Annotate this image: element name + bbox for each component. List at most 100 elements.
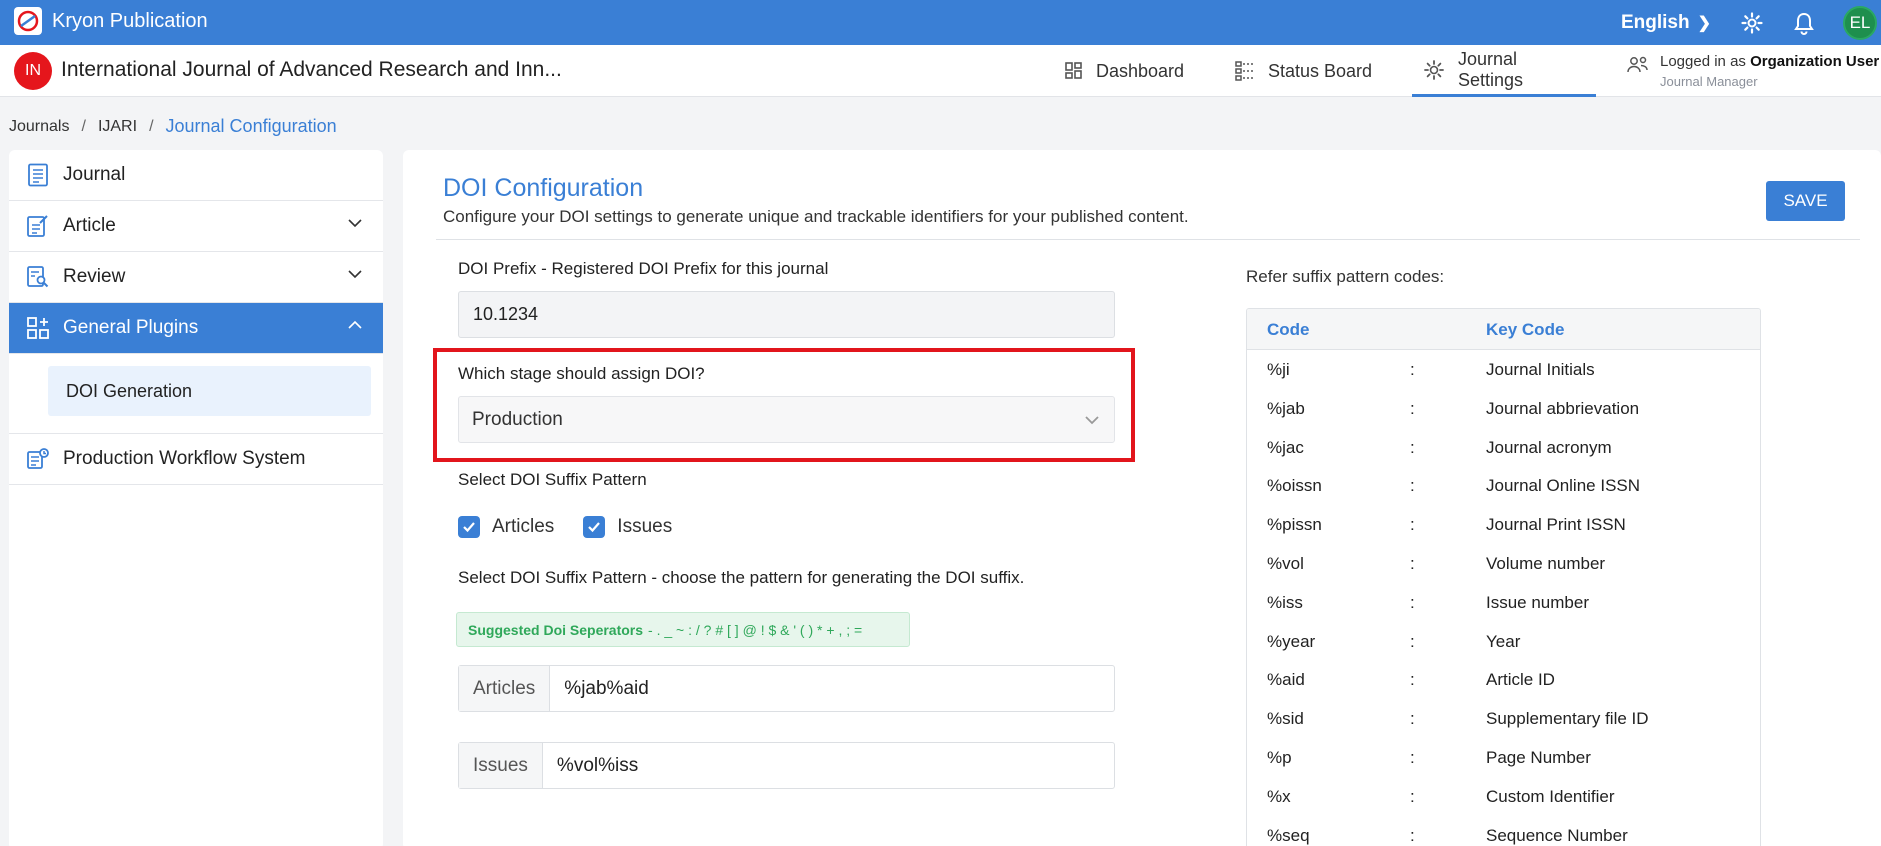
sidebar-item-production-workflow[interactable]: Production Workflow System — [9, 434, 383, 485]
page-title: DOI Configuration — [443, 174, 644, 202]
separator-cell: : — [1410, 437, 1415, 457]
bell-icon[interactable] — [1791, 10, 1817, 36]
breadcrumb-current: Journal Configuration — [165, 116, 337, 136]
plugins-icon — [25, 315, 51, 341]
nav-dashboard-label: Dashboard — [1096, 60, 1185, 81]
description-cell: Journal Print ISSN — [1486, 515, 1626, 535]
doi-configuration-panel: DOI Configuration Configure your DOI set… — [403, 150, 1881, 846]
nav-dashboard[interactable]: Dashboard — [1064, 45, 1184, 97]
sidebar-item-label: Production Workflow System — [63, 448, 306, 469]
divider — [436, 239, 1860, 240]
articles-pattern-label: Articles — [459, 666, 551, 711]
separator-cell: : — [1410, 398, 1415, 418]
table-row: %jab: Journal abbrievation — [1247, 389, 1760, 428]
header-key-code: Key Code — [1486, 320, 1565, 339]
code-cell: %jac — [1267, 437, 1304, 457]
avatar[interactable]: EL — [1843, 5, 1877, 40]
separators-value: - . _ ~ : / ? # [ ] @ ! $ & ' ( ) * + , … — [648, 621, 863, 638]
chevron-down-icon — [347, 266, 363, 288]
doi-prefix-label: DOI Prefix - Registered DOI Prefix for t… — [458, 259, 829, 278]
articles-checkbox[interactable]: Articles — [458, 516, 554, 538]
doi-prefix-input[interactable]: 10.1234 — [458, 291, 1115, 338]
doi-stage-select[interactable]: Production — [458, 396, 1115, 443]
chevron-right-icon: ❯ — [1697, 14, 1711, 32]
sidebar-item-journal[interactable]: Journal — [9, 150, 383, 201]
description-cell: Volume number — [1486, 553, 1606, 573]
table-row: %ji: Journal Initials — [1247, 350, 1760, 389]
settings-cog-icon — [1422, 58, 1446, 82]
review-search-icon — [25, 264, 51, 290]
edit-document-icon — [25, 213, 51, 239]
separator-cell: : — [1410, 592, 1415, 612]
pattern-instruction: Select DOI Suffix Pattern - choose the p… — [458, 568, 1025, 587]
articles-pattern-input[interactable]: %jab%aid — [550, 666, 649, 711]
users-icon — [1626, 53, 1650, 89]
issues-checkbox[interactable]: Issues — [583, 516, 672, 538]
nav-status-board-label: Status Board — [1268, 60, 1373, 81]
code-cell: %jab — [1267, 398, 1305, 418]
table-row: %iss: Issue number — [1247, 583, 1760, 622]
code-cell: %ji — [1267, 360, 1290, 379]
doi-stage-label: Which stage should assign DOI? — [458, 364, 705, 383]
table-row: %sid: Supplementary file ID — [1247, 699, 1760, 738]
description-cell: Page Number — [1486, 747, 1591, 767]
journal-header: IN International Journal of Advanced Res… — [0, 45, 1881, 97]
logged-in-info[interactable]: Logged in as Organization User Journal M… — [1626, 53, 1879, 89]
separator-cell: : — [1410, 553, 1415, 573]
sidebar-item-label: General Plugins — [63, 317, 199, 338]
code-cell: %vol — [1267, 553, 1304, 573]
suggested-separators: Suggested Doi Seperators - . _ ~ : / ? #… — [456, 612, 910, 647]
description-cell: Journal Online ISSN — [1486, 476, 1641, 496]
sidebar-item-article[interactable]: Article — [9, 201, 383, 252]
save-button[interactable]: SAVE — [1766, 181, 1845, 221]
sidebar: Journal Article Review General Plugins D… — [9, 150, 383, 846]
language-selector[interactable]: English ❯ — [1621, 12, 1711, 34]
nav-status-board[interactable]: Status Board — [1234, 45, 1372, 97]
nav-journal-settings-label: Journal Settings — [1458, 48, 1524, 90]
sidebar-item-doi-generation[interactable]: DOI Generation — [48, 366, 371, 416]
brand[interactable]: Kryon Publication — [14, 7, 208, 35]
code-cell: %aid — [1267, 670, 1305, 690]
language-label: English — [1620, 11, 1690, 33]
code-cell: %oissn — [1267, 476, 1322, 496]
articles-pattern-group: Articles %jab%aid — [458, 665, 1115, 712]
breadcrumb: Journals / IJARI / Journal Configuration — [9, 116, 337, 136]
description-cell: Journal abbrievation — [1486, 398, 1640, 418]
brand-logo-icon — [14, 7, 42, 35]
nav-journal-settings[interactable]: Journal Settings — [1412, 45, 1596, 97]
issues-pattern-input[interactable]: %vol%iss — [543, 743, 638, 788]
chevron-down-icon — [1084, 412, 1100, 434]
separator-cell: : — [1410, 631, 1415, 651]
separator-cell: : — [1410, 476, 1415, 496]
description-cell: Journal acronym — [1486, 437, 1612, 457]
gear-icon[interactable] — [1739, 10, 1765, 36]
code-cell: %pissn — [1267, 515, 1322, 535]
table-row: %jac: Journal acronym — [1247, 428, 1760, 467]
sidebar-item-review[interactable]: Review — [9, 252, 383, 303]
breadcrumb-ijari[interactable]: IJARI — [98, 118, 137, 136]
header-code: Code — [1267, 320, 1310, 339]
checkmark-icon — [583, 516, 606, 538]
app-name: Kryon Publication — [52, 9, 208, 32]
separators-label: Suggested Doi Seperators — [468, 621, 644, 638]
suffix-pattern-label: Select DOI Suffix Pattern — [458, 470, 647, 489]
document-icon — [25, 162, 51, 188]
sidebar-item-general-plugins[interactable]: General Plugins — [9, 303, 383, 354]
table-row: %x: Custom Identifier — [1247, 777, 1760, 816]
chevron-down-icon — [347, 215, 363, 237]
breadcrumb-journals[interactable]: Journals — [9, 118, 69, 136]
code-cell: %x — [1267, 786, 1291, 806]
dashboard-icon — [1064, 61, 1084, 81]
table-row: %vol: Volume number — [1247, 544, 1760, 583]
table-row: %oissn: Journal Online ISSN — [1247, 466, 1760, 505]
description-cell: Journal Initials — [1486, 360, 1595, 379]
table-row: %year: Year — [1247, 622, 1760, 661]
user-name: Organization User — [1750, 53, 1880, 70]
sidebar-submenu: DOI Generation — [9, 354, 383, 434]
description-cell: Sequence Number — [1486, 825, 1628, 845]
workflow-icon — [25, 446, 51, 472]
journal-title[interactable]: International Journal of Advanced Resear… — [61, 58, 562, 82]
suffix-checkboxes: Articles Issues — [458, 516, 701, 538]
table-row: %seq: Sequence Number — [1247, 816, 1760, 846]
separator-cell: : — [1410, 670, 1415, 690]
